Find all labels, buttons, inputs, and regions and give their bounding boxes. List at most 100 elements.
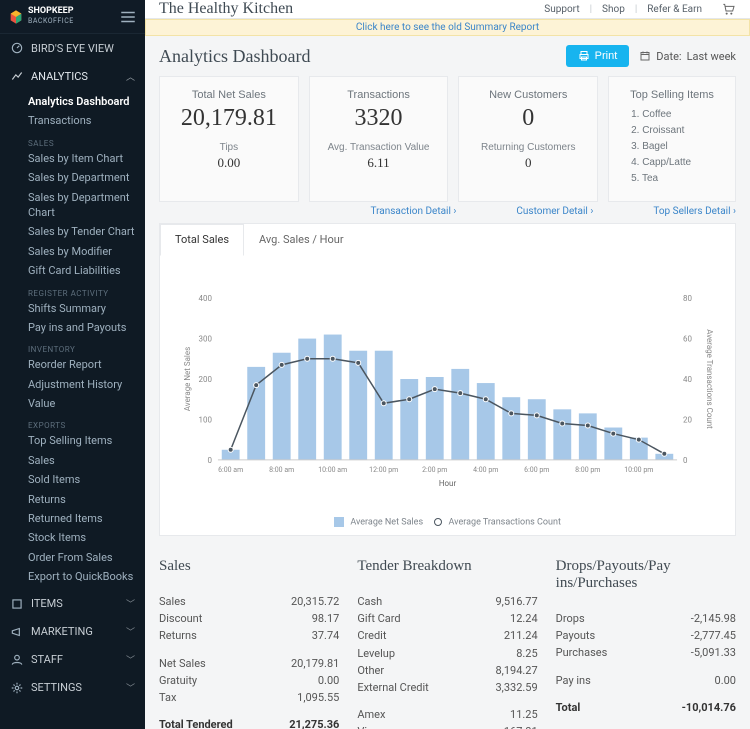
brand-logo[interactable]: SHOPKEEPBACKOFFICE <box>8 7 74 26</box>
sidebar-sub-orderfrom[interactable]: Order From Sales <box>28 548 137 567</box>
sidebar-sub-sold[interactable]: Sold Items <box>28 470 137 489</box>
sidebar-sub-tenderchart[interactable]: Sales by Tender Chart <box>28 222 137 241</box>
svg-text:2:00 pm: 2:00 pm <box>422 466 447 474</box>
sidebar-sub-sales[interactable]: Sales <box>28 451 137 470</box>
svg-text:80: 80 <box>683 294 692 303</box>
chevron-down-icon: ﹀ <box>126 597 135 610</box>
sidebar-sub-adjust[interactable]: Adjustment History <box>28 375 137 394</box>
svg-text:8:00 pm: 8:00 pm <box>575 466 600 474</box>
bd-key: Tax <box>159 689 297 706</box>
legend-label-bars: Average Net Sales <box>350 517 423 527</box>
menu-toggle-icon[interactable] <box>119 8 137 26</box>
print-button[interactable]: Print <box>566 45 630 67</box>
sidebar-item-birds-eye[interactable]: BIRD'S EYE VIEW <box>0 34 145 62</box>
store-title: The Healthy Kitchen <box>159 0 293 18</box>
sidebar: SHOPKEEPBACKOFFICE BIRD'S EYE VIEW ANALY… <box>0 0 145 729</box>
bd-val: 37.74 <box>312 627 340 644</box>
sidebar-group-sales: SALES <box>28 139 137 148</box>
top-item-name: Capp/Latte <box>642 157 691 168</box>
cart-icon[interactable] <box>720 1 736 17</box>
sidebar-sub-value[interactable]: Value <box>28 394 137 413</box>
legacy-report-banner: Click here to see the old Summary Report <box>145 19 750 36</box>
topbar-link-shop[interactable]: Shop <box>602 4 625 15</box>
svg-text:0: 0 <box>683 456 688 465</box>
svg-text:40: 40 <box>683 375 692 384</box>
sidebar-label: STAFF <box>31 653 63 666</box>
stat-card-net-sales: Total Net Sales 20,179.81 Tips 0.00 <box>159 76 299 202</box>
breakdown-drops: Drops/Payouts/Pay ins/Purchases Drops-2,… <box>556 558 736 729</box>
sidebar-sub-dashboard[interactable]: Analytics Dashboard <box>28 92 137 111</box>
legend-swatch-line <box>434 518 442 526</box>
date-prefix: Date: <box>656 50 681 63</box>
stat-value: 3320 <box>320 105 438 132</box>
bd-key: Total <box>556 699 682 716</box>
sidebar-sub-itemchart[interactable]: Sales by Item Chart <box>28 149 137 168</box>
topbar-link-refer[interactable]: Refer & Earn <box>647 4 702 15</box>
brand-sub: BACKOFFICE <box>28 17 74 25</box>
stat-subvalue: 0 <box>469 155 587 171</box>
calendar-icon <box>639 50 651 62</box>
tab-avg-sales[interactable]: Avg. Sales / Hour <box>244 224 359 255</box>
sidebar-item-settings[interactable]: SETTINGS ﹀ <box>0 674 145 702</box>
bd-val: 3,332.59 <box>495 679 537 696</box>
stat-subvalue: 6.11 <box>320 155 438 171</box>
stat-card-customers: New Customers 0 Returning Customers 0 <box>458 76 598 202</box>
sidebar-label: ANALYTICS <box>31 70 88 83</box>
sidebar-sub-reorder[interactable]: Reorder Report <box>28 355 137 374</box>
chevron-down-icon: ﹀ <box>126 653 135 666</box>
sidebar-group-register: REGISTER ACTIVITY <box>28 289 137 298</box>
sidebar-label: MARKETING <box>31 625 93 638</box>
sales-chart-panel: Total Sales Avg. Sales / Hour 0100200300… <box>159 223 736 536</box>
sidebar-sub-returns[interactable]: Returns <box>28 490 137 509</box>
link-topsellers-detail[interactable]: Top Sellers Detail › <box>653 206 736 217</box>
sidebar-sub-department[interactable]: Sales by Department <box>28 168 137 187</box>
top-item-name: Bagel <box>642 141 668 152</box>
bd-val: 8.25 <box>516 645 537 662</box>
sidebar-sub-topselling[interactable]: Top Selling Items <box>28 431 137 450</box>
shopkeep-logo-icon <box>8 9 24 25</box>
dashboard-icon <box>10 41 24 55</box>
bd-key: Returns <box>159 627 312 644</box>
sidebar-item-marketing[interactable]: MARKETING ﹀ <box>0 618 145 646</box>
bd-key: Cash <box>357 593 495 610</box>
date-range-picker[interactable]: Date: Last week <box>639 50 736 63</box>
bd-val: 167.81 <box>504 723 538 729</box>
topbar-link-support[interactable]: Support <box>544 4 579 15</box>
sidebar-sub-modifier[interactable]: Sales by Modifier <box>28 242 137 261</box>
brand-name: SHOPKEEP <box>28 7 74 16</box>
svg-text:12:00 pm: 12:00 pm <box>369 466 398 474</box>
print-icon <box>578 50 590 62</box>
sidebar-sub-payins[interactable]: Pay ins and Payouts <box>28 318 137 337</box>
svg-text:6:00 am: 6:00 am <box>218 466 243 474</box>
link-transaction-detail[interactable]: Transaction Detail › <box>370 206 456 217</box>
sidebar-sub-deptchart[interactable]: Sales by Department Chart <box>28 188 137 223</box>
stat-label: New Customers <box>469 89 587 101</box>
svg-text:8:00 am: 8:00 am <box>269 466 294 474</box>
sidebar-sub-stock[interactable]: Stock Items <box>28 528 137 547</box>
sidebar-sub-giftcard[interactable]: Gift Card Liabilities <box>28 261 137 280</box>
legacy-report-link[interactable]: Click here to see the old Summary Report <box>356 22 539 33</box>
bd-key: Visa <box>357 723 504 729</box>
svg-text:60: 60 <box>683 335 692 344</box>
bd-val: -5,091.33 <box>691 644 736 661</box>
breakdown-title: Tender Breakdown <box>357 558 537 575</box>
sidebar-item-staff[interactable]: STAFF ﹀ <box>0 646 145 674</box>
link-customer-detail[interactable]: Customer Detail › <box>516 206 593 217</box>
sidebar-item-analytics[interactable]: ANALYTICS ︿ <box>0 62 145 90</box>
bd-key: Net Sales <box>159 655 291 672</box>
sidebar-sub-qb[interactable]: Export to QuickBooks <box>28 567 137 586</box>
bd-key: External Credit <box>357 679 495 696</box>
bd-val: 1,095.55 <box>297 689 339 706</box>
bd-key: Other <box>357 662 495 679</box>
sidebar-sub-returned[interactable]: Returned Items <box>28 509 137 528</box>
svg-text:6:00 pm: 6:00 pm <box>524 466 549 474</box>
sidebar-label: ITEMS <box>31 597 63 610</box>
tab-total-sales[interactable]: Total Sales <box>160 224 244 256</box>
svg-text:10:00 am: 10:00 am <box>318 466 347 474</box>
stat-label: Top Selling Items <box>619 89 725 101</box>
svg-text:4:00 pm: 4:00 pm <box>473 466 498 474</box>
sidebar-item-items[interactable]: ITEMS ﹀ <box>0 590 145 618</box>
sidebar-sub-transactions[interactable]: Transactions <box>28 111 137 130</box>
sidebar-sub-shifts[interactable]: Shifts Summary <box>28 299 137 318</box>
bd-val: 0.00 <box>715 672 736 689</box>
